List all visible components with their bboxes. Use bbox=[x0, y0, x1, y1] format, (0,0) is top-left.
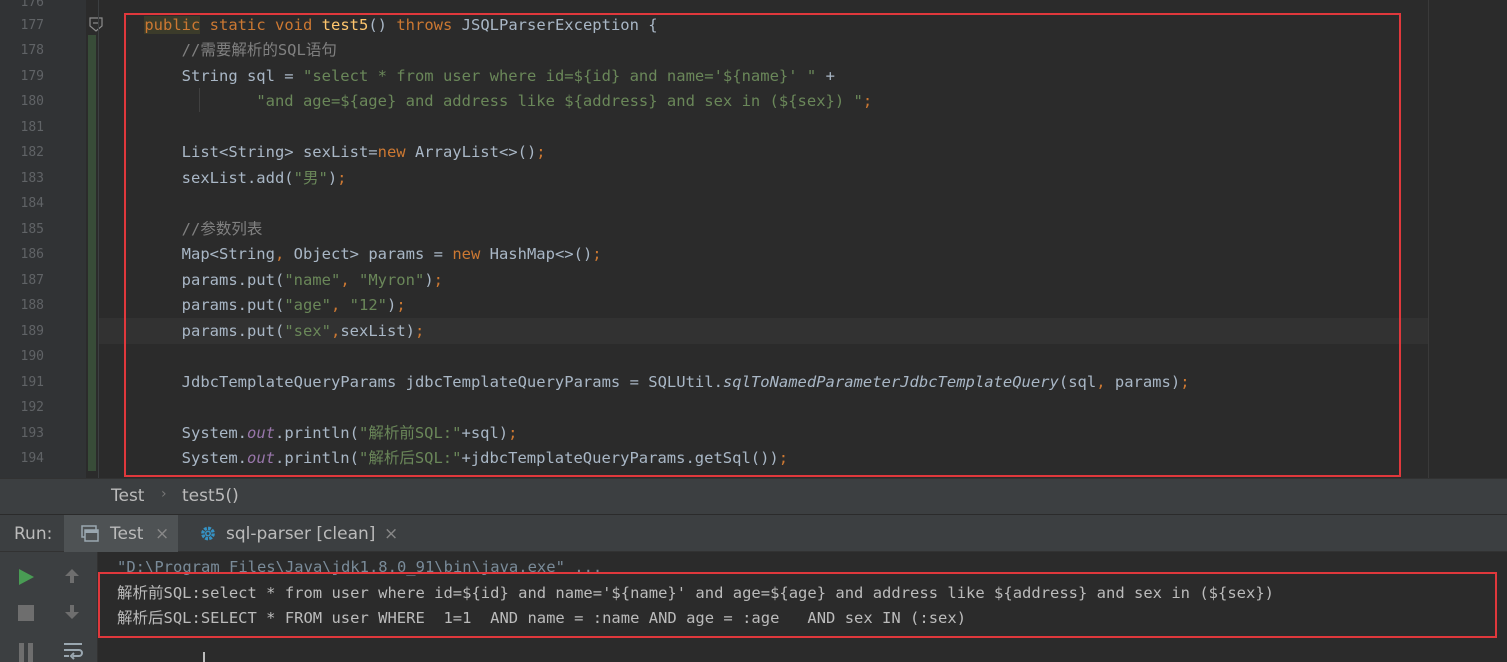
line-number: 188 bbox=[20, 298, 44, 313]
line-number: 179 bbox=[20, 69, 44, 84]
fold-icon[interactable] bbox=[89, 17, 103, 32]
close-icon[interactable]: × bbox=[384, 524, 398, 544]
close-icon[interactable]: × bbox=[155, 524, 169, 544]
line-number: 186 bbox=[20, 247, 44, 262]
line-number: 189 bbox=[20, 324, 44, 339]
breadcrumb-separator-icon: › bbox=[161, 486, 167, 502]
text-cursor bbox=[203, 652, 205, 662]
line-number: 183 bbox=[20, 171, 44, 186]
right-margin-guide bbox=[1428, 0, 1429, 478]
run-panel-label: Run: bbox=[14, 524, 53, 544]
run-tab-label: Test bbox=[110, 524, 144, 544]
line-number: 182 bbox=[20, 145, 44, 160]
line-number: 194 bbox=[20, 451, 44, 466]
line-number: 191 bbox=[20, 375, 44, 390]
gutter-divider bbox=[98, 0, 99, 478]
pause-icon[interactable] bbox=[17, 642, 35, 662]
annotation-box-code bbox=[124, 13, 1401, 477]
line-number-gutter: 176 177 178 179 180 181 182 183 184 185 … bbox=[0, 0, 86, 478]
line-number: 177 bbox=[20, 18, 44, 33]
line-number: 185 bbox=[20, 222, 44, 237]
soft-wrap-icon[interactable] bbox=[62, 640, 84, 662]
console-icon bbox=[81, 525, 99, 542]
line-number: 176 bbox=[20, 0, 44, 10]
line-number: 181 bbox=[20, 120, 44, 135]
annotation-box-console bbox=[98, 572, 1497, 638]
breadcrumb: Test › test5() bbox=[0, 478, 1507, 514]
line-number: 190 bbox=[20, 349, 44, 364]
line-number: 184 bbox=[20, 196, 44, 211]
line-number: 180 bbox=[20, 94, 44, 109]
rerun-icon[interactable] bbox=[16, 567, 36, 587]
vcs-change-marker[interactable] bbox=[88, 35, 96, 471]
line-number: 187 bbox=[20, 273, 44, 288]
line-number: 192 bbox=[20, 400, 44, 415]
run-tool-window-header: Run: Test × sql-parser [clean] × bbox=[0, 514, 1507, 552]
breadcrumb-item-method[interactable]: test5() bbox=[182, 486, 239, 506]
run-tab-label: sql-parser [clean] bbox=[226, 524, 376, 544]
run-tab-sql-parser[interactable]: sql-parser [clean] × bbox=[180, 515, 410, 552]
line-number: 178 bbox=[20, 43, 44, 58]
line-number: 193 bbox=[20, 426, 44, 441]
run-toolbar bbox=[0, 552, 98, 662]
arrow-down-icon[interactable] bbox=[62, 602, 82, 622]
gear-icon bbox=[201, 526, 215, 541]
run-tab-test[interactable]: Test × bbox=[64, 515, 178, 552]
stop-icon[interactable] bbox=[17, 604, 35, 622]
breadcrumb-item-class[interactable]: Test bbox=[111, 486, 144, 506]
arrow-up-icon[interactable] bbox=[62, 566, 82, 586]
